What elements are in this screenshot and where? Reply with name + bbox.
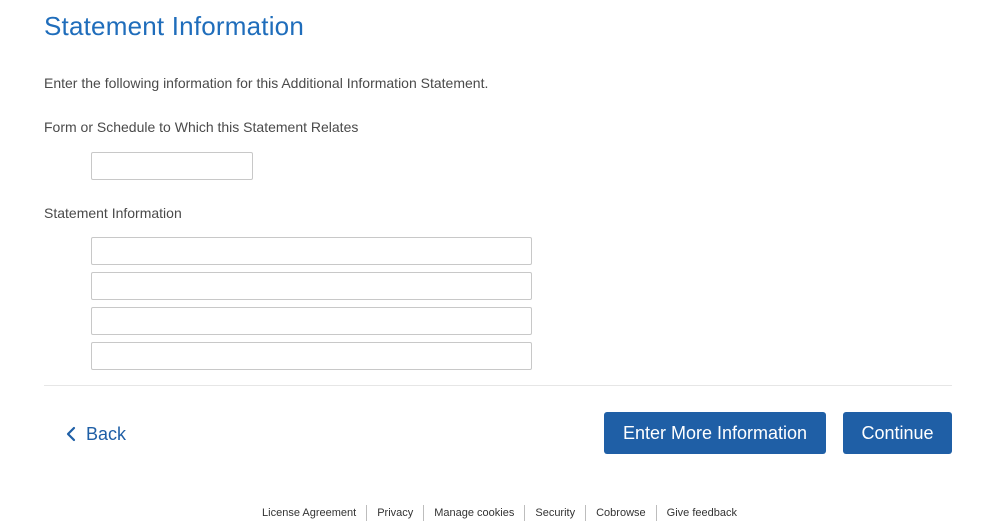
statement-info-label: Statement Information	[44, 205, 182, 221]
statement-line-4-input[interactable]	[91, 342, 532, 370]
section-divider	[44, 385, 952, 386]
page-title: Statement Information	[44, 11, 304, 41]
chevron-left-icon	[66, 426, 76, 442]
footer-link-give-feedback[interactable]: Give feedback	[655, 505, 747, 521]
form-schedule-label: Form or Schedule to Which this Statement…	[44, 119, 359, 135]
footer-link-license-agreement[interactable]: License Agreement	[252, 505, 366, 521]
continue-button[interactable]: Continue	[843, 412, 952, 454]
footer-link-privacy[interactable]: Privacy	[366, 505, 423, 521]
form-schedule-input[interactable]	[91, 152, 253, 180]
back-label: Back	[86, 423, 127, 444]
intro-text: Enter the following information for this…	[44, 75, 489, 91]
back-link[interactable]: Back	[66, 421, 126, 447]
footer-link-cobrowse[interactable]: Cobrowse	[585, 505, 656, 521]
footer-link-security[interactable]: Security	[524, 505, 585, 521]
footer-links: License Agreement Privacy Manage cookies…	[0, 505, 999, 521]
statement-line-1-input[interactable]	[91, 237, 532, 265]
enter-more-information-button[interactable]: Enter More Information	[604, 412, 826, 454]
statement-line-2-input[interactable]	[91, 272, 532, 300]
statement-line-3-input[interactable]	[91, 307, 532, 335]
footer-link-manage-cookies[interactable]: Manage cookies	[423, 505, 524, 521]
